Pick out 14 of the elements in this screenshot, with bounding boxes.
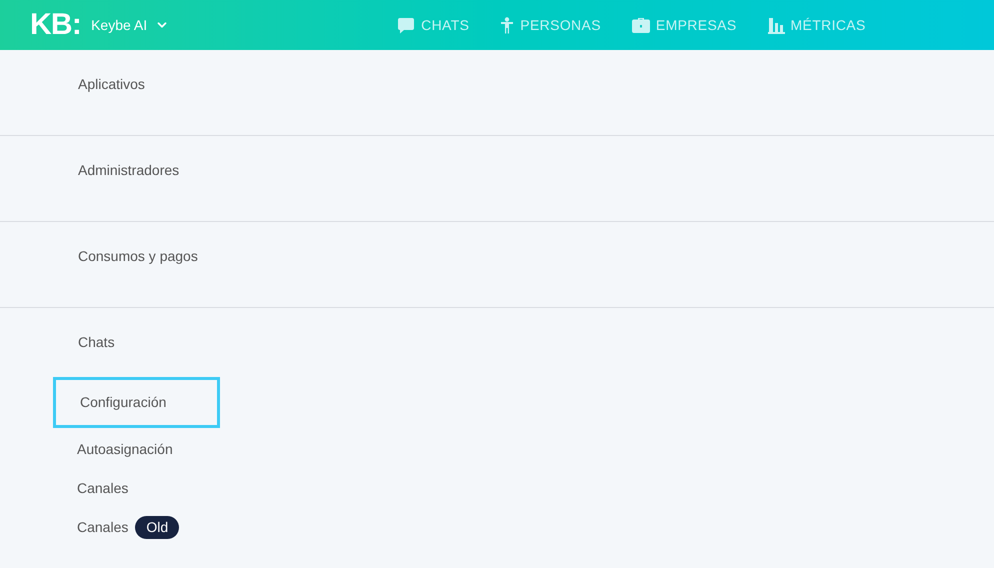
bar-chart-icon [768,16,785,34]
section-title[interactable]: Chats [78,332,115,353]
person-icon [500,16,514,34]
chat-bubble-icon [397,16,416,34]
section-title[interactable]: Consumos y pagos [78,246,198,267]
old-badge: Old [135,516,180,539]
submenu-item[interactable]: Configuración [53,377,220,428]
submenu-item[interactable]: Canales Old [53,510,220,545]
submenu-item[interactable]: Canales [53,471,220,506]
submenu-item[interactable]: Autoasignación [53,432,220,467]
section-title[interactable]: Administradores [78,160,180,181]
logo: KB: [30,10,82,40]
briefcase-icon [632,17,650,33]
section-title[interactable]: Aplicativos [78,74,145,95]
